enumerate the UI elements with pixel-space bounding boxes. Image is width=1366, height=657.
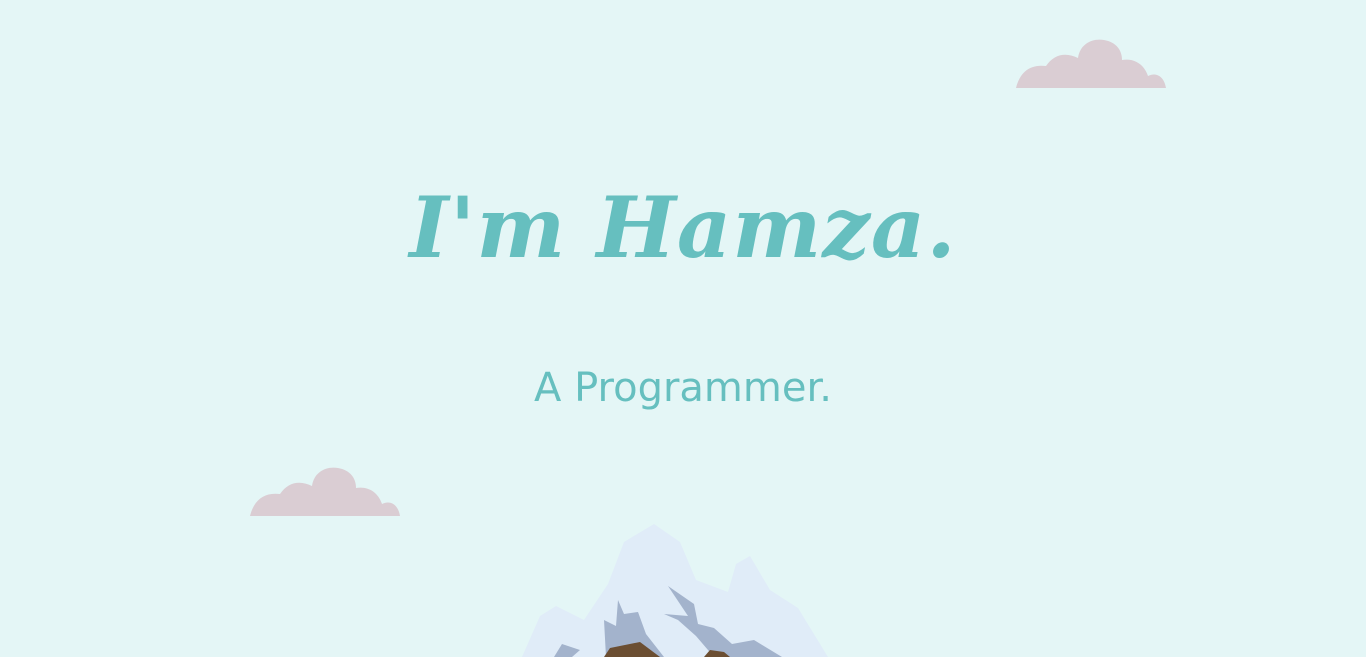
hero-subtitle: A Programmer. [534, 365, 832, 411]
hero-title: I'm Hamza. [409, 178, 957, 277]
cloud-icon [250, 467, 400, 516]
mountain-illustration [522, 524, 828, 657]
hero-section: I'm Hamza. A Programmer. [0, 0, 1366, 657]
cloud-icon [1016, 39, 1166, 88]
